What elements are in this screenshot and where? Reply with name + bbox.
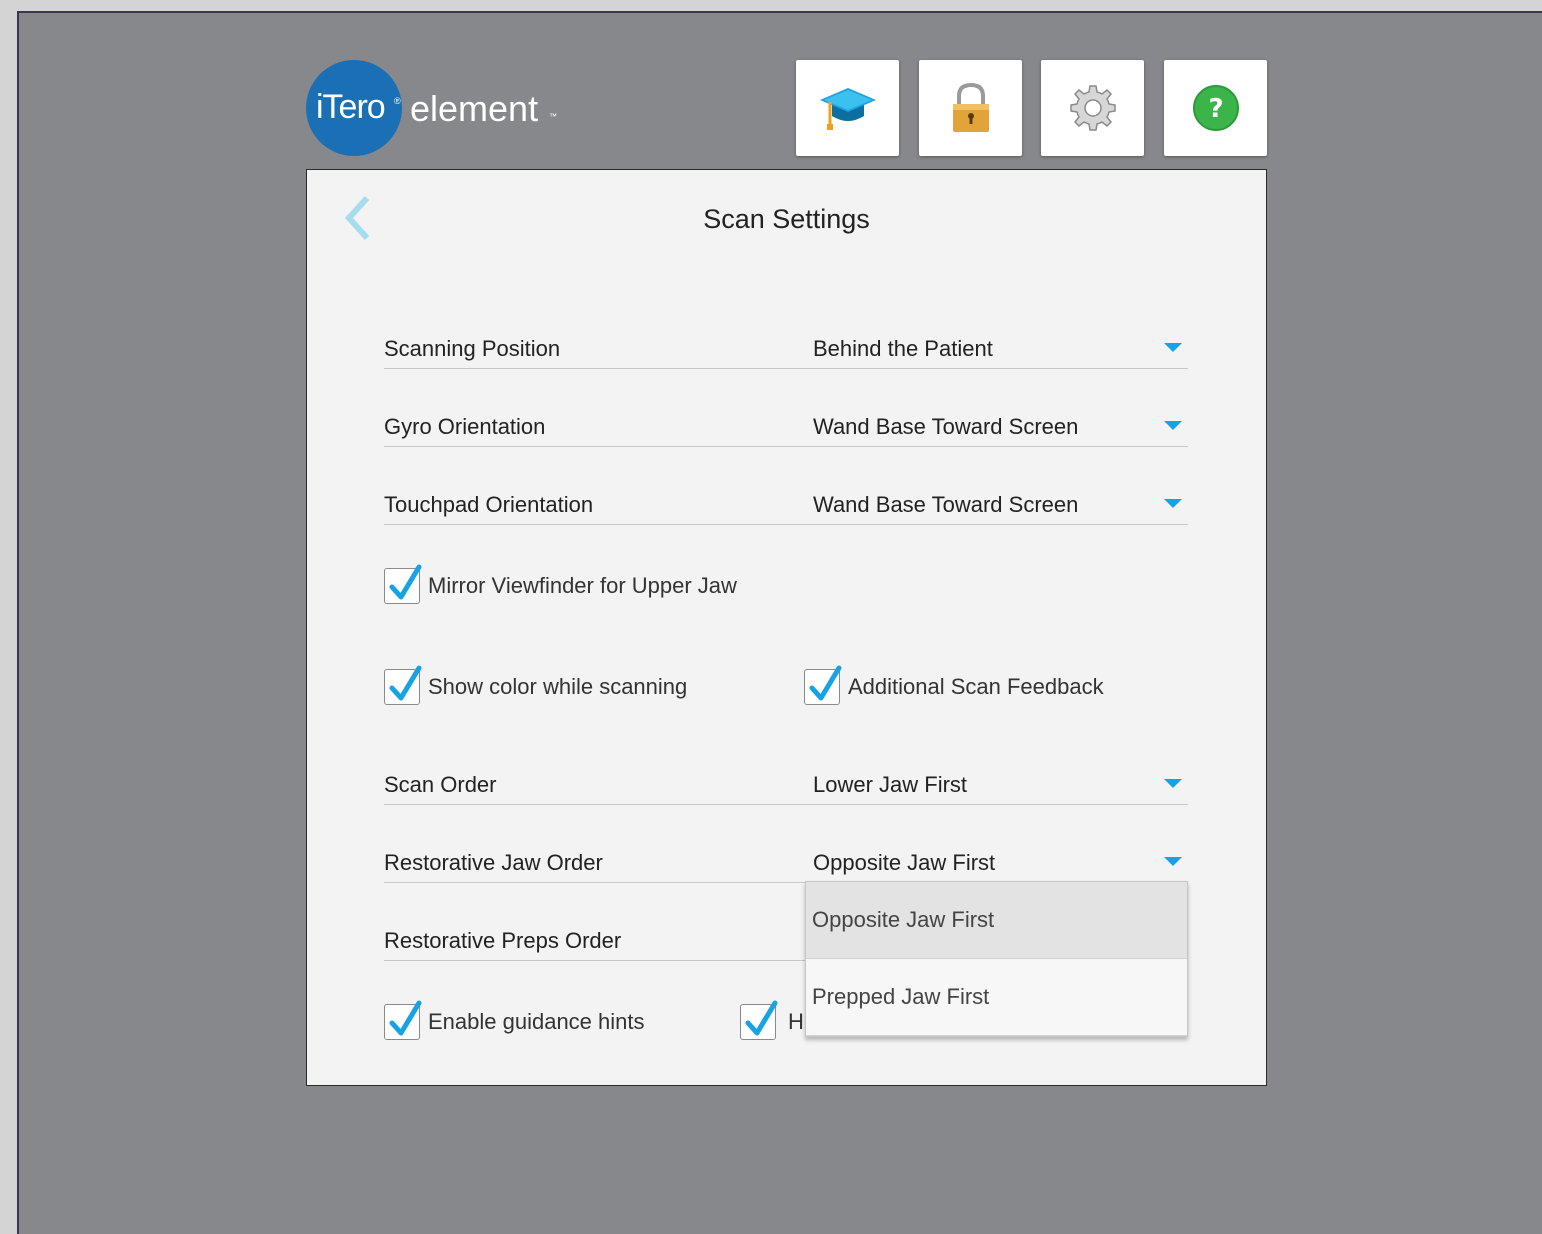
gear-icon	[1069, 85, 1116, 131]
checkbox-label: Show color while scanning	[428, 674, 688, 699]
checkbox-box[interactable]	[384, 665, 422, 705]
logo-brand: iTero	[316, 88, 386, 126]
touchpad-orientation-select[interactable]: Wand Base Toward Screen	[813, 492, 1078, 518]
caret-down-icon[interactable]	[1164, 499, 1182, 508]
help-icon: ?	[1192, 85, 1239, 131]
gyro-orientation-select[interactable]: Wand Base Toward Screen	[813, 414, 1078, 440]
scan-order-row: Scan Order Lower Jaw First	[384, 764, 1188, 805]
mirror-viewfinder-checkbox[interactable]: Mirror Viewfinder for Upper Jaw	[384, 564, 737, 604]
dialog-title: Scan Settings	[703, 204, 870, 234]
restorative-jaw-order-select[interactable]: Opposite Jaw First	[813, 850, 995, 876]
show-color-checkbox[interactable]: Show color while scanning	[384, 665, 688, 705]
scanning-position-row: Scanning Position Behind the Patient	[384, 328, 1188, 369]
restorative-jaw-order-row: Restorative Jaw Order Opposite Jaw First	[384, 842, 1188, 883]
learning-center-button[interactable]	[796, 60, 899, 156]
logo-trademark: ™	[549, 112, 557, 121]
scan-settings-dialog: Scan Settings Scanning Position Behind t…	[306, 169, 1267, 1086]
setting-label: Scanning Position	[384, 336, 561, 361]
checkmark-icon	[389, 665, 422, 701]
partially-hidden-checkbox[interactable]: H	[740, 1000, 804, 1040]
checkbox-box[interactable]	[384, 564, 422, 604]
touchpad-orientation-row: Touchpad Orientation Wand Base Toward Sc…	[384, 484, 1188, 525]
logo-registered: ®	[394, 96, 401, 106]
checkmark-icon	[809, 665, 842, 701]
caret-down-icon[interactable]	[1164, 779, 1182, 788]
caret-down-icon[interactable]	[1164, 857, 1182, 866]
checkbox-label: H	[788, 1009, 804, 1034]
svg-text:?: ?	[1208, 94, 1223, 124]
enable-guidance-hints-checkbox[interactable]: Enable guidance hints	[384, 1000, 645, 1040]
logo-product: element	[410, 88, 539, 129]
caret-down-icon[interactable]	[1164, 421, 1182, 430]
checkbox-label: Enable guidance hints	[428, 1009, 645, 1034]
gyro-orientation-row: Gyro Orientation Wand Base Toward Screen	[384, 406, 1188, 447]
scan-order-select[interactable]: Lower Jaw First	[813, 772, 967, 798]
help-button[interactable]: ?	[1164, 60, 1267, 156]
itero-element-logo: iTero ® element ™	[306, 60, 566, 156]
settings-button[interactable]	[1041, 60, 1144, 156]
setting-label: Gyro Orientation	[384, 414, 546, 439]
padlock-icon	[952, 82, 989, 132]
scanning-position-select[interactable]: Behind the Patient	[813, 336, 993, 362]
checkbox-box[interactable]	[804, 665, 842, 705]
checkmark-icon	[389, 1000, 422, 1036]
graduation-cap-icon	[819, 88, 876, 130]
setting-label: Touchpad Orientation	[384, 492, 594, 517]
setting-label: Restorative Preps Order	[384, 928, 622, 953]
checkbox-label: Mirror Viewfinder for Upper Jaw	[428, 573, 737, 598]
setting-label: Restorative Jaw Order	[384, 850, 603, 875]
additional-scan-feedback-checkbox[interactable]: Additional Scan Feedback	[804, 665, 1104, 705]
checkbox-box[interactable]	[740, 1000, 778, 1040]
checkbox-box[interactable]	[384, 1000, 422, 1040]
checkmark-icon	[389, 564, 422, 600]
caret-down-icon[interactable]	[1164, 343, 1182, 352]
lock-button[interactable]	[919, 60, 1022, 156]
dropdown-option-prepped-jaw-first[interactable]: Prepped Jaw First	[806, 959, 1187, 1036]
dropdown-option-opposite-jaw-first[interactable]: Opposite Jaw First	[806, 882, 1187, 959]
restorative-jaw-order-dropdown: Opposite Jaw First Prepped Jaw First	[805, 881, 1188, 1037]
checkbox-label: Additional Scan Feedback	[848, 674, 1104, 699]
setting-label: Scan Order	[384, 772, 497, 797]
checkmark-icon	[745, 1000, 778, 1036]
